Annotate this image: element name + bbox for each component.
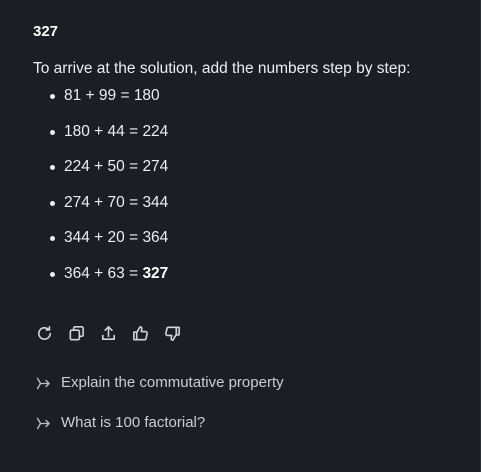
list-item: 364 + 63 = 327 [47, 263, 168, 299]
suggestion-label: What is 100 factorial? [61, 414, 206, 431]
list-item: 224 + 50 = 274 [47, 156, 168, 192]
regenerate-button[interactable] [35, 324, 54, 343]
thumbs-down-button[interactable] [163, 324, 182, 343]
step-expression: 274 + 70 = [64, 193, 143, 211]
bullet-icon [50, 165, 55, 170]
step-result: 344 [142, 193, 169, 211]
step-expression: 344 + 20 = [64, 229, 143, 246]
bullet-icon [50, 94, 55, 99]
step-expression: 81 + 99 = [64, 87, 134, 104]
answer-title: 327 [33, 23, 59, 40]
step-expression: 364 + 63 = [64, 264, 143, 282]
suggestion-label: Explain the commutative property [61, 374, 284, 391]
suggestion-explain-commutative[interactable]: Explain the commutative property [35, 374, 284, 392]
copy-icon [69, 326, 84, 341]
bullet-icon [50, 200, 55, 206]
step-result: 224 [142, 122, 169, 140]
bullet-icon [50, 129, 55, 135]
share-button[interactable] [99, 324, 118, 343]
step-result: 364 [142, 229, 169, 246]
answer-intro: To arrive at the solution, add the numbe… [33, 60, 411, 77]
suggestion-100-factorial[interactable]: What is 100 factorial? [35, 414, 205, 432]
regenerate-icon [38, 325, 52, 340]
list-item: 81 + 99 = 180 [47, 85, 168, 121]
step-result-final: 327 [142, 264, 169, 282]
follow-up-arrow-icon [36, 417, 50, 429]
response-action-bar [35, 324, 182, 343]
thumbs-down-icon [165, 326, 180, 341]
step-expression: 180 + 44 = [64, 122, 143, 140]
thumbs-up-icon [133, 326, 148, 341]
chat-response-panel: 327 To arrive at the solution, add the n… [0, 0, 481, 472]
copy-button[interactable] [67, 324, 86, 343]
bullet-icon [50, 236, 55, 241]
step-list: 81 + 99 = 180 180 + 44 = 224 224 + 50 = … [47, 85, 168, 298]
step-result: 180 [133, 87, 160, 104]
list-item: 274 + 70 = 344 [47, 192, 168, 228]
thumbs-up-button[interactable] [131, 324, 150, 343]
follow-up-arrow-icon [36, 377, 50, 389]
list-item: 180 + 44 = 224 [47, 121, 168, 157]
share-icon [101, 326, 116, 341]
step-expression: 224 + 50 = [64, 158, 143, 175]
step-result: 274 [142, 158, 169, 175]
list-item: 344 + 20 = 364 [47, 227, 168, 263]
bullet-icon [50, 271, 55, 277]
